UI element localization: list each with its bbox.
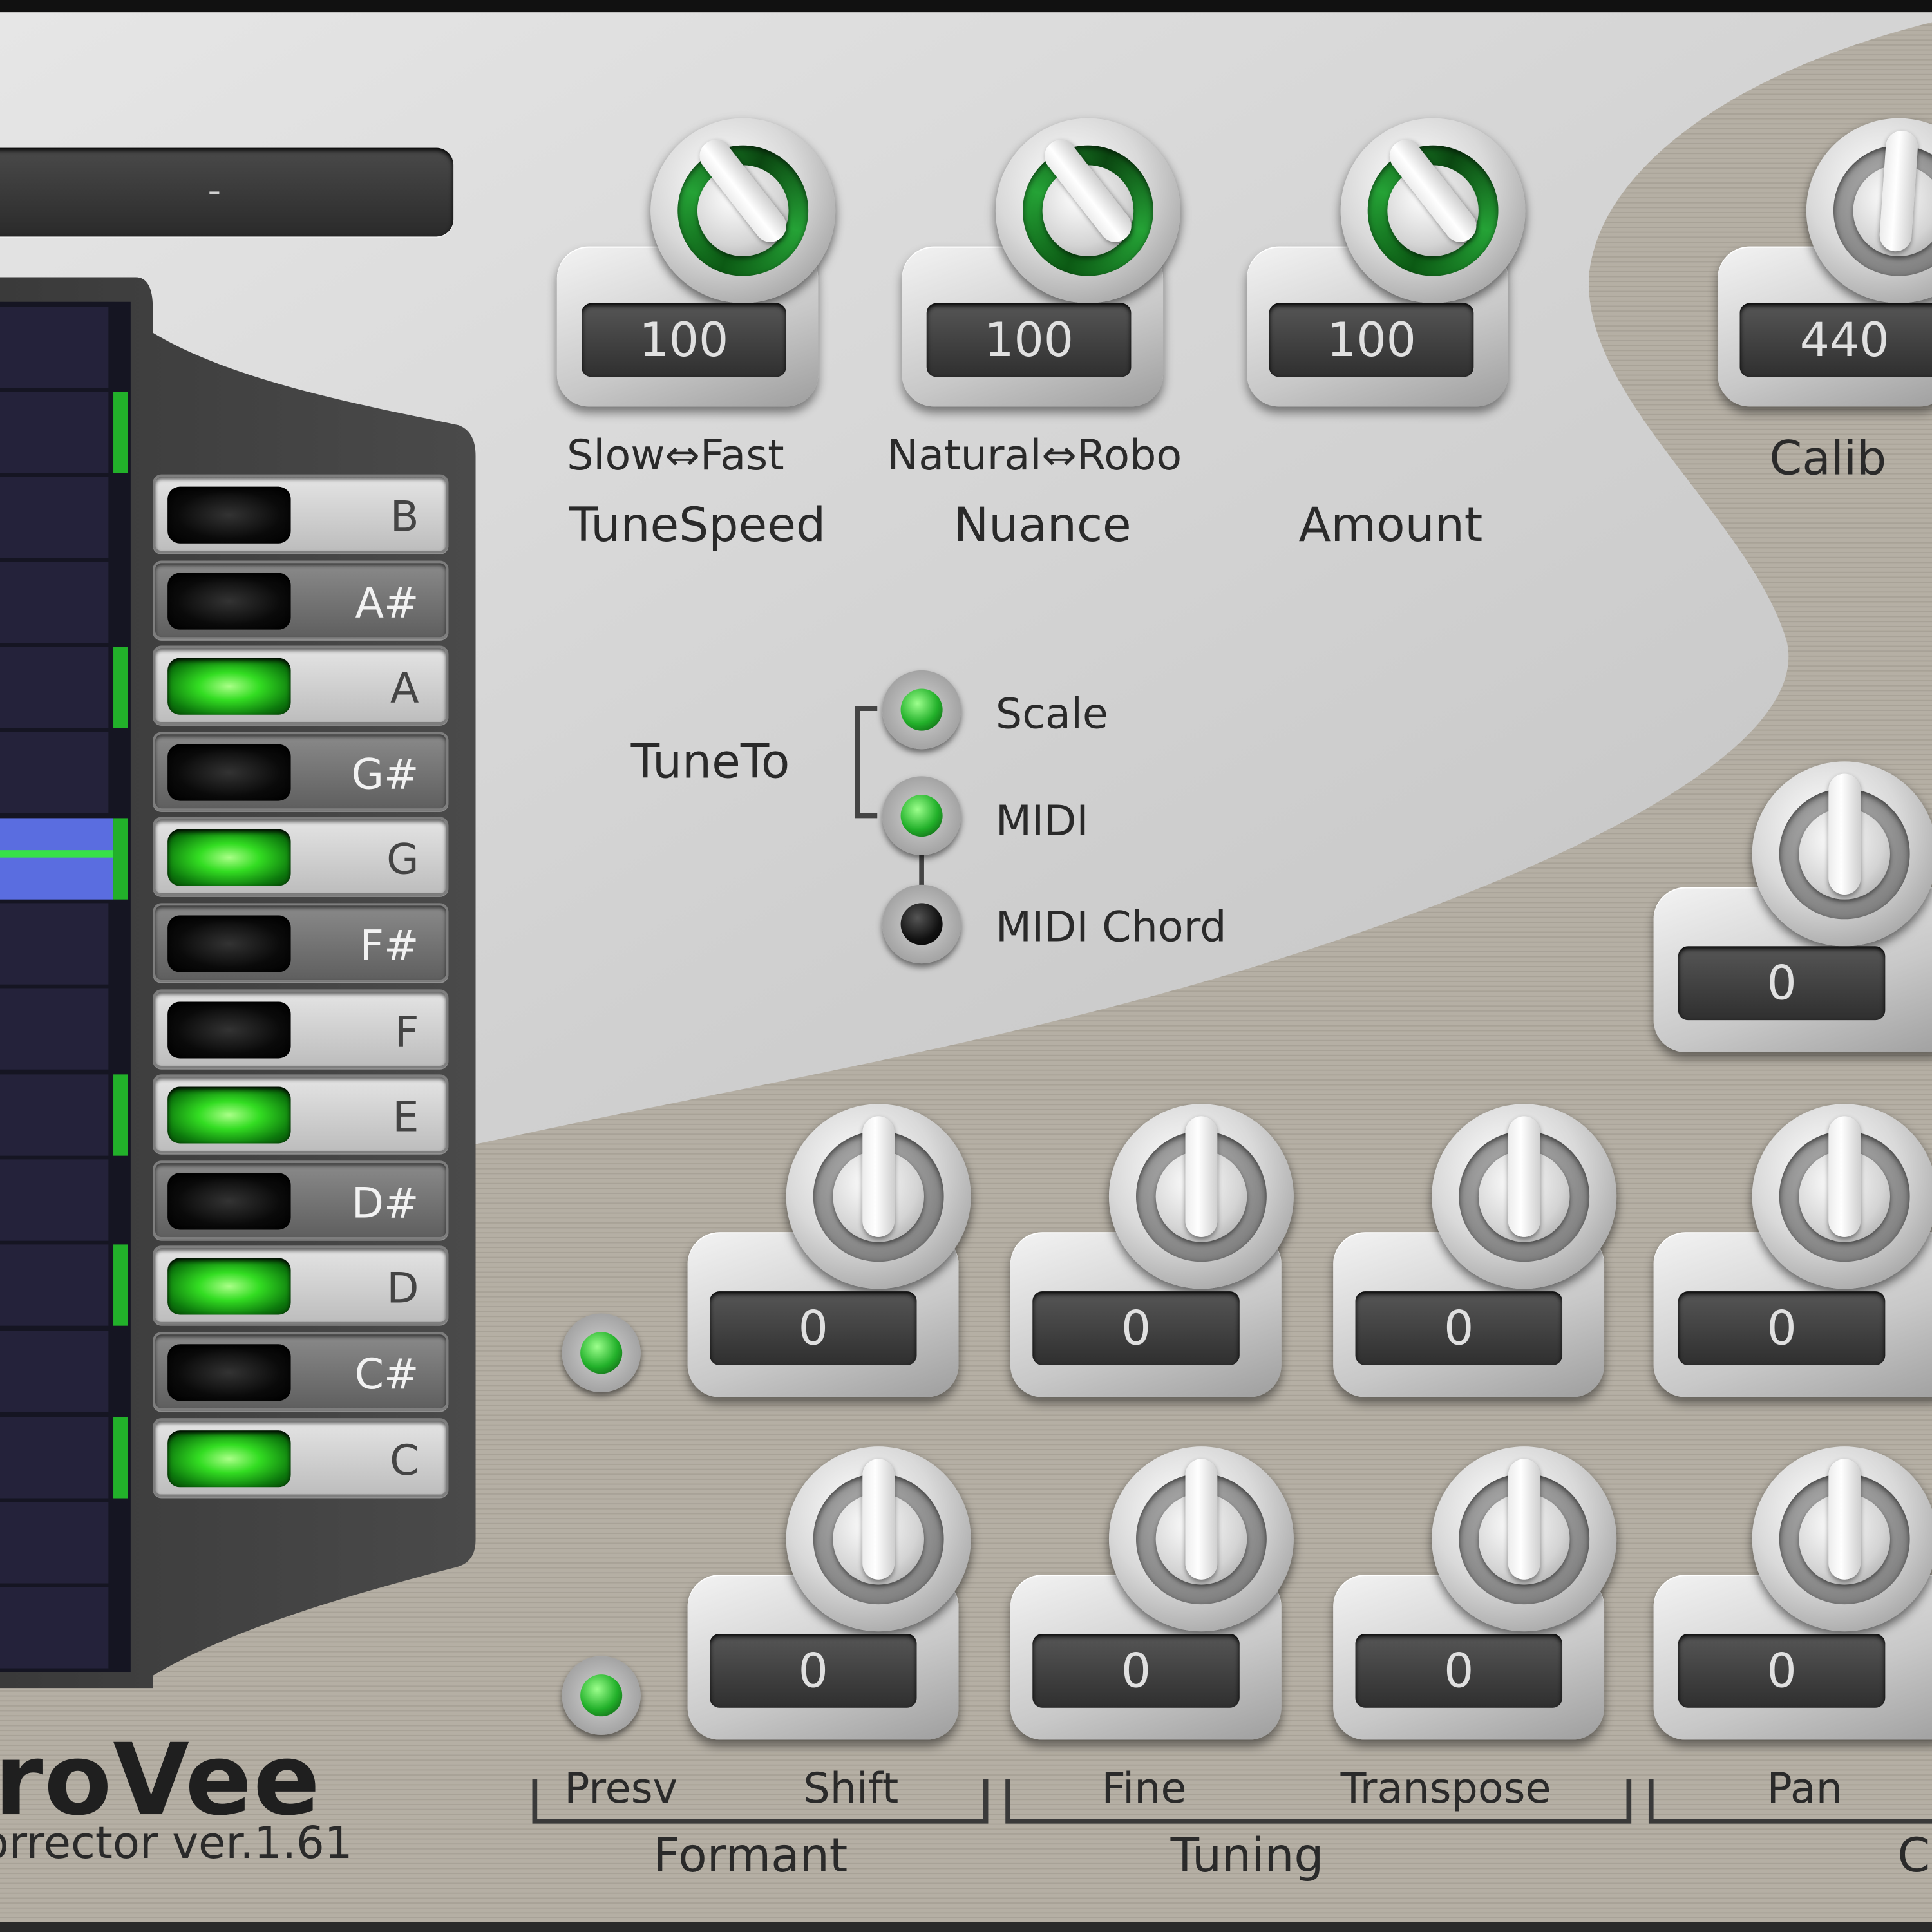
tuneto-midi-chord-button[interactable] — [882, 884, 961, 964]
plugin-window: - B A# A G# G F# F E D# D C# C 100 Slow⇔Fast TuneSp… — [0, 0, 1932, 1932]
formant-group-label: Formant — [653, 1828, 848, 1883]
row1-knob3-value[interactable]: 0 — [1355, 1291, 1563, 1365]
tunespeed-range-label: Slow⇔Fast — [567, 431, 784, 481]
right-knob[interactable] — [1752, 761, 1932, 947]
note-key-label: F# — [359, 922, 419, 971]
amount-value[interactable]: 100 — [1269, 303, 1474, 377]
note-key-label: E — [392, 1093, 419, 1142]
row1-knob2-value[interactable]: 0 — [1032, 1291, 1240, 1365]
note-led — [167, 744, 291, 801]
row2-knob4[interactable] — [1752, 1446, 1932, 1632]
note-key-a[interactable]: A — [153, 645, 449, 725]
note-key-label: D# — [351, 1179, 419, 1229]
tuneto-midi-button[interactable] — [882, 776, 961, 855]
note-key-label: A — [390, 664, 419, 714]
tunespeed-value[interactable]: 100 — [582, 303, 786, 377]
note-led — [167, 1258, 291, 1316]
tuneto-label: TuneTo — [630, 734, 790, 789]
note-key-label: C — [390, 1436, 419, 1486]
row2-knob3-value[interactable]: 0 — [1355, 1633, 1563, 1708]
row2-knob1[interactable] — [786, 1446, 971, 1632]
note-key-label: G# — [351, 750, 419, 800]
row1-knob1-value[interactable]: 0 — [710, 1291, 917, 1365]
row1-knob4[interactable] — [1752, 1104, 1932, 1289]
tuneto-midi-chord-label: MIDI Chord — [995, 903, 1227, 952]
tuning-group-label: Tuning — [1170, 1828, 1324, 1883]
note-key-f[interactable]: F — [153, 989, 449, 1068]
calib-value[interactable]: 440 — [1739, 303, 1932, 377]
note-led — [167, 1086, 291, 1144]
presv-label: Presv — [564, 1764, 678, 1814]
amount-label: Amount — [1298, 497, 1483, 553]
note-key-c[interactable]: C — [153, 1417, 449, 1497]
note-led — [167, 572, 291, 629]
window-top-border — [0, 0, 1932, 13]
note-key-a-sharp[interactable]: A# — [153, 560, 449, 639]
right-knob-value[interactable]: 0 — [1678, 946, 1886, 1021]
row2-knob1-value[interactable]: 0 — [710, 1633, 917, 1708]
note-key-b[interactable]: B — [153, 474, 449, 554]
row2-knob2[interactable] — [1108, 1446, 1294, 1632]
row1-knob1[interactable] — [786, 1104, 971, 1289]
note-led — [167, 1173, 291, 1230]
tuneto-midi-label: MIDI — [995, 797, 1089, 847]
note-key-label: C# — [354, 1350, 419, 1400]
nuance-value[interactable]: 100 — [926, 303, 1132, 377]
nuance-knob[interactable] — [995, 118, 1180, 303]
shift-label: Shift — [803, 1764, 899, 1814]
note-key-g[interactable]: G — [153, 817, 449, 896]
note-led — [167, 486, 291, 544]
brand-subtitle: Corrector ver.1.61 — [0, 1818, 353, 1870]
calib-label: Calib — [1769, 431, 1887, 486]
fine-label: Fine — [1101, 1764, 1187, 1814]
note-display-value: - — [207, 170, 222, 213]
note-led — [167, 829, 291, 887]
note-key-label: A# — [355, 578, 419, 628]
row2-knob2-value[interactable]: 0 — [1032, 1633, 1240, 1708]
note-key-e[interactable]: E — [153, 1074, 449, 1154]
note-led — [167, 658, 291, 715]
note-key-label: F — [395, 1007, 419, 1057]
note-display: - — [0, 147, 454, 237]
formant-presv-led-row1[interactable] — [562, 1313, 641, 1392]
row2-knob3[interactable] — [1432, 1446, 1617, 1632]
amount-knob[interactable] — [1340, 118, 1526, 303]
note-key-label: G — [386, 835, 419, 886]
note-key-label: B — [390, 493, 419, 542]
row1-knob3[interactable] — [1432, 1104, 1617, 1289]
row2-knob4-value[interactable]: 0 — [1678, 1633, 1886, 1708]
row1-knob2[interactable] — [1108, 1104, 1294, 1289]
note-key-d[interactable]: D — [153, 1246, 449, 1325]
nuance-range-label: Natural⇔Robo — [887, 431, 1182, 481]
right-group-label: C — [1897, 1828, 1931, 1883]
note-led — [167, 1001, 291, 1058]
formant-presv-led-row2[interactable] — [562, 1656, 641, 1735]
row1-knob4-value[interactable]: 0 — [1678, 1291, 1886, 1365]
note-key-f-sharp[interactable]: F# — [153, 903, 449, 982]
tuneto-scale-button[interactable] — [882, 670, 961, 750]
tunespeed-knob[interactable] — [650, 118, 836, 303]
note-key-g-sharp[interactable]: G# — [153, 732, 449, 811]
pan-label: Pan — [1766, 1764, 1843, 1814]
note-led — [167, 915, 291, 972]
note-led — [167, 1344, 291, 1401]
tuneto-scale-label: Scale — [995, 690, 1108, 739]
note-led — [167, 1430, 291, 1487]
note-key-d-sharp[interactable]: D# — [153, 1160, 449, 1240]
note-key-c-sharp[interactable]: C# — [153, 1332, 449, 1411]
note-key-label: D — [386, 1264, 419, 1314]
transpose-label: Transpose — [1340, 1764, 1551, 1814]
tunespeed-label: TuneSpeed — [569, 497, 826, 553]
nuance-label: Nuance — [953, 497, 1132, 553]
